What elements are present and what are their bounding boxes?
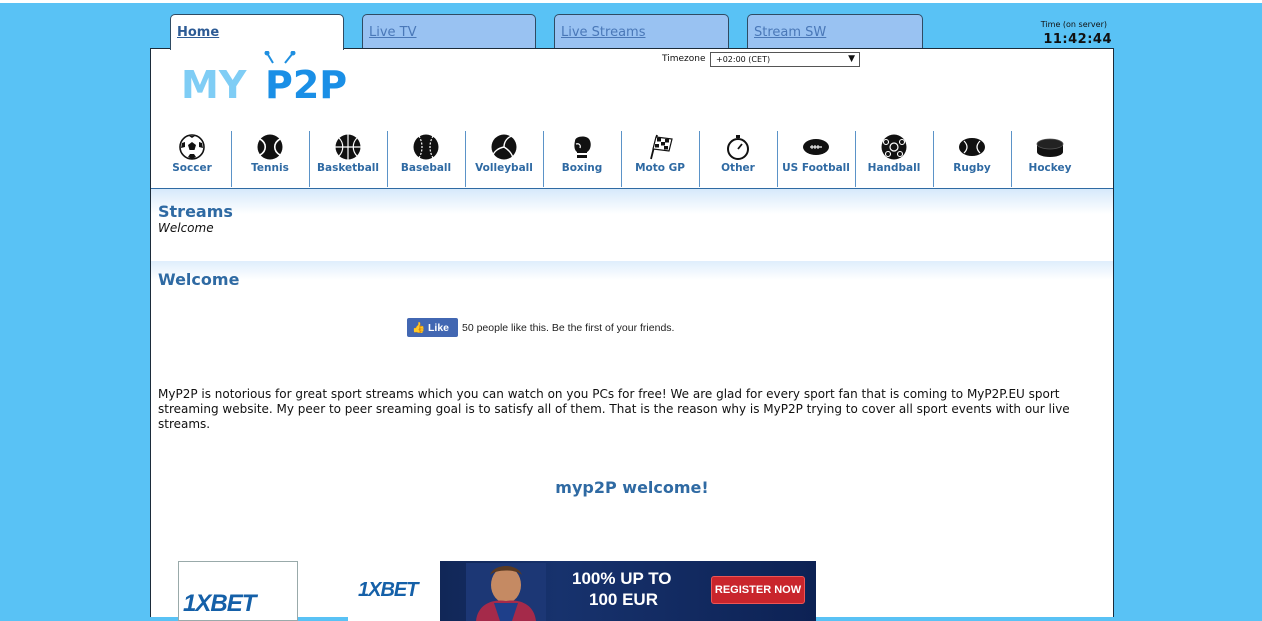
ad-1xbet-banner[interactable]: 1XBET 100% UP TO 100 EUR REGISTER NOW bbox=[348, 561, 816, 621]
sport-item-hockey[interactable]: Hockey bbox=[1011, 131, 1089, 187]
sport-item-volleyball[interactable]: Volleyball bbox=[465, 131, 544, 187]
boxing-glove-icon bbox=[574, 136, 591, 158]
tennis-ball-icon bbox=[257, 134, 283, 160]
tab-live-tv-label[interactable]: Live TV bbox=[369, 25, 417, 40]
thumbs-up-icon: 👍 bbox=[412, 322, 426, 334]
baseball-icon bbox=[413, 134, 439, 160]
main-content: Welcome 👍 Like 50 people like this. Be t… bbox=[150, 256, 1114, 621]
hockey-puck-icon bbox=[1036, 138, 1064, 157]
ad-offer-line1: 100% UP TO bbox=[572, 569, 672, 588]
sport-label: Basketball bbox=[317, 162, 379, 174]
ad-banner-brand-area: 1XBET bbox=[348, 561, 440, 621]
center-heading: myp2P welcome! bbox=[555, 478, 709, 497]
header-panel: MY P2P Timezone +02:00 (CET) ▼ Soccer Te… bbox=[150, 48, 1115, 261]
streams-title: Streams bbox=[158, 202, 233, 221]
checkered-flag-icon bbox=[650, 134, 673, 160]
tab-home[interactable]: Home bbox=[170, 14, 344, 50]
soccer-ball-icon bbox=[179, 134, 205, 160]
tab-live-tv[interactable]: Live TV bbox=[362, 14, 536, 50]
site-logo[interactable]: MY P2P bbox=[181, 50, 393, 109]
sport-item-soccer[interactable]: Soccer bbox=[153, 131, 232, 187]
tab-home-label[interactable]: Home bbox=[177, 25, 219, 40]
tab-live-streams-label[interactable]: Live Streams bbox=[561, 25, 646, 40]
timezone-selected-value: +02:00 (CET) bbox=[716, 55, 771, 64]
logo-text-my: MY bbox=[181, 63, 247, 105]
server-time-label: Time (on server) bbox=[1040, 20, 1107, 29]
sport-label: Baseball bbox=[400, 162, 452, 174]
ad-small-brand: 1XBET bbox=[183, 590, 256, 617]
streams-section: Streams Welcome bbox=[151, 188, 1113, 261]
sport-item-rugby[interactable]: Rugby bbox=[933, 131, 1012, 187]
tab-stream-sw-label[interactable]: Stream SW bbox=[754, 25, 826, 40]
sport-item-boxing[interactable]: Boxing bbox=[543, 131, 622, 187]
sports-nav: Soccer Tennis Basketball Baseball Volley… bbox=[151, 131, 1115, 189]
stopwatch-icon bbox=[727, 135, 749, 160]
volleyball-icon bbox=[491, 134, 517, 160]
facebook-like-button[interactable]: 👍 Like bbox=[407, 318, 458, 337]
like-button-label: Like bbox=[428, 322, 450, 334]
sport-item-us-football[interactable]: US Football bbox=[777, 131, 856, 187]
register-now-button[interactable]: REGISTER NOW bbox=[711, 576, 805, 604]
timezone-select[interactable]: +02:00 (CET) ▼ bbox=[710, 52, 860, 67]
sport-item-handball[interactable]: Handball bbox=[855, 131, 934, 187]
welcome-heading: Welcome bbox=[158, 270, 240, 289]
sport-item-moto-gp[interactable]: Moto GP bbox=[621, 131, 700, 187]
sport-label: Soccer bbox=[172, 162, 212, 174]
sport-item-tennis[interactable]: Tennis bbox=[231, 131, 310, 187]
sport-item-baseball[interactable]: Baseball bbox=[387, 131, 466, 187]
timezone-label: Timezone bbox=[662, 54, 706, 64]
intro-paragraph: MyP2P is notorious for great sport strea… bbox=[158, 387, 1070, 431]
sport-label: Other bbox=[721, 162, 755, 174]
sport-label: US Football bbox=[782, 162, 850, 174]
streams-subtitle: Welcome bbox=[158, 221, 214, 235]
sport-label: Moto GP bbox=[635, 162, 685, 174]
sport-item-basketball[interactable]: Basketball bbox=[309, 131, 388, 187]
sport-label: Tennis bbox=[251, 162, 289, 174]
ad-1xbet-small[interactable]: 1XBET bbox=[178, 561, 298, 621]
rugby-ball-icon bbox=[959, 138, 985, 156]
top-strip bbox=[0, 0, 1262, 3]
sport-label: Handball bbox=[867, 162, 921, 174]
server-time-value: 11:42:44 bbox=[1043, 32, 1112, 47]
logo-text-p2p: P2P bbox=[265, 63, 347, 105]
handball-icon bbox=[881, 134, 907, 160]
american-football-icon bbox=[803, 139, 829, 155]
ad-offer-line2: 100 EUR bbox=[589, 590, 658, 609]
chevron-down-icon: ▼ bbox=[848, 54, 855, 64]
basketball-icon bbox=[335, 134, 361, 160]
tab-stream-sw[interactable]: Stream SW bbox=[747, 14, 923, 50]
ad-banner-brand: 1XBET bbox=[358, 579, 418, 601]
player-image bbox=[466, 563, 546, 621]
sport-label: Hockey bbox=[1028, 162, 1072, 174]
tab-live-streams[interactable]: Live Streams bbox=[554, 14, 729, 50]
sport-label: Volleyball bbox=[475, 162, 533, 174]
facebook-like-count: 50 people like this. Be the first of you… bbox=[462, 322, 675, 334]
sport-label: Boxing bbox=[561, 162, 603, 174]
sport-label: Rugby bbox=[953, 162, 991, 174]
sport-item-other[interactable]: Other bbox=[699, 131, 778, 187]
